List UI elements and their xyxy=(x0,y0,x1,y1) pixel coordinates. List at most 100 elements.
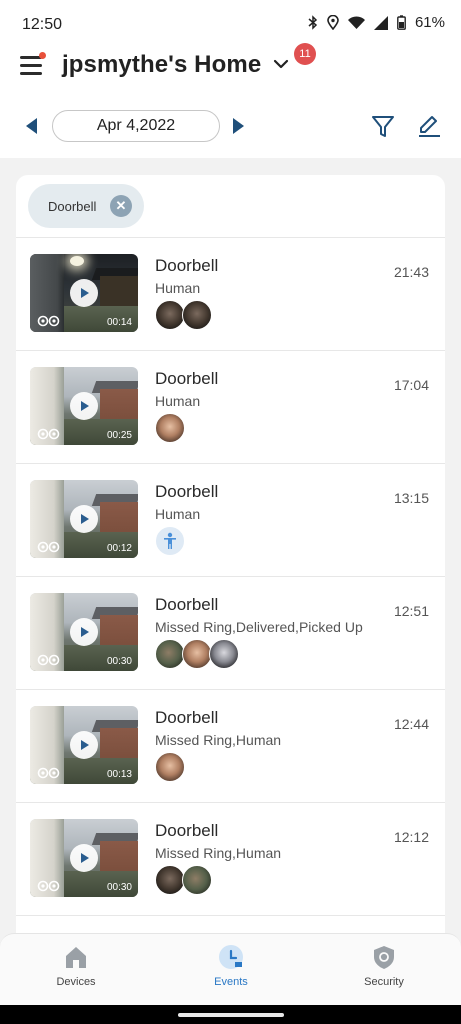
filter-icon[interactable] xyxy=(370,113,396,139)
event-time: 17:04 xyxy=(393,377,429,393)
person-icon[interactable] xyxy=(155,526,185,556)
event-time: 12:51 xyxy=(393,603,429,619)
face-thumbnail[interactable] xyxy=(155,865,185,895)
edit-icon[interactable] xyxy=(416,113,442,139)
play-button[interactable] xyxy=(70,279,98,307)
thumbnail-scene xyxy=(100,615,138,649)
event-time: 21:43 xyxy=(393,264,429,280)
face-thumbnail[interactable] xyxy=(182,639,212,669)
nav-security[interactable]: Security xyxy=(324,944,444,988)
face-thumbnail[interactable] xyxy=(155,752,185,782)
clock-icon xyxy=(219,945,243,969)
event-row[interactable]: 00:30 Doorbell Missed Ring,Delivered,Pic… xyxy=(16,577,445,690)
chevron-down-icon[interactable] xyxy=(272,56,290,72)
play-button[interactable] xyxy=(70,844,98,872)
previous-date-button[interactable] xyxy=(22,116,42,136)
notification-badge[interactable]: 11 xyxy=(294,43,316,65)
date-picker[interactable]: Apr 4,2022 xyxy=(52,110,220,142)
camera-icon xyxy=(37,654,60,666)
home-icon xyxy=(66,947,86,968)
nav-label: Security xyxy=(364,976,404,988)
bluetooth-icon xyxy=(308,15,318,30)
event-time: 13:15 xyxy=(393,490,429,506)
event-row[interactable]: 00:25 Doorbell Human 17:04 xyxy=(16,351,445,464)
camera-icon xyxy=(37,767,60,779)
event-row[interactable]: 00:12 Doorbell Human 13:15 xyxy=(16,464,445,577)
wifi-icon xyxy=(347,16,365,29)
event-row[interactable]: 00:13 Doorbell Missed Ring,Human 12:44 xyxy=(16,690,445,803)
thumbnail-light xyxy=(70,256,84,266)
face-thumbnail[interactable] xyxy=(182,300,212,330)
play-button[interactable] xyxy=(70,505,98,533)
nav-devices[interactable]: Devices xyxy=(16,944,136,988)
signal-icon xyxy=(373,15,388,30)
face-thumbnail[interactable] xyxy=(155,413,185,443)
video-duration: 00:30 xyxy=(106,656,132,667)
event-list-card: Doorbell ✕ 00:14 Doorbell Human 21:43 00… xyxy=(16,175,445,935)
gesture-handle[interactable] xyxy=(178,1013,284,1017)
app-header: jpsmythe's Home 11 Apr 4,2022 xyxy=(0,40,461,158)
play-button[interactable] xyxy=(70,392,98,420)
play-icon xyxy=(81,401,89,411)
event-tags: Missed Ring,Human xyxy=(155,732,282,748)
play-button[interactable] xyxy=(70,731,98,759)
bottom-navigation: Devices Events Security xyxy=(0,933,461,1005)
video-thumbnail[interactable]: 00:25 xyxy=(30,367,138,445)
nav-label: Events xyxy=(214,976,248,988)
event-title: Doorbell xyxy=(155,369,219,388)
thumbnail-scene xyxy=(100,728,138,762)
event-title: Doorbell xyxy=(155,256,219,275)
play-icon xyxy=(81,853,89,863)
video-thumbnail[interactable]: 00:30 xyxy=(30,593,138,671)
shield-icon xyxy=(374,946,394,969)
detected-faces xyxy=(155,752,185,784)
event-title: Doorbell xyxy=(155,708,219,727)
event-row[interactable]: 00:30 Doorbell Missed Ring,Human 12:12 xyxy=(16,803,445,916)
status-time: 12:50 xyxy=(22,16,63,33)
filter-chip[interactable]: Doorbell ✕ xyxy=(28,184,144,228)
event-time: 12:44 xyxy=(393,716,429,732)
close-icon[interactable]: ✕ xyxy=(110,195,132,217)
play-button[interactable] xyxy=(70,618,98,646)
nav-events[interactable]: Events xyxy=(171,944,291,988)
menu-icon-bar xyxy=(20,64,42,67)
detected-faces xyxy=(155,639,239,671)
detected-faces xyxy=(155,300,212,332)
filter-chip-label: Doorbell xyxy=(48,198,97,214)
event-title: Doorbell xyxy=(155,482,219,501)
play-icon xyxy=(81,288,89,298)
event-tags: Human xyxy=(155,280,201,296)
video-thumbnail[interactable]: 00:14 xyxy=(30,254,138,332)
thumbnail-scene xyxy=(100,502,138,536)
camera-icon xyxy=(37,541,60,553)
face-thumbnail[interactable] xyxy=(182,865,212,895)
event-title: Doorbell xyxy=(155,595,219,614)
next-date-button[interactable] xyxy=(228,116,248,136)
event-row[interactable]: 00:14 Doorbell Human 21:43 xyxy=(16,238,445,351)
thumbnail-scene xyxy=(100,389,138,423)
thumbnail-scene xyxy=(100,841,138,875)
face-thumbnail[interactable] xyxy=(155,639,185,669)
face-thumbnail[interactable] xyxy=(209,639,239,669)
video-thumbnail[interactable]: 00:12 xyxy=(30,480,138,558)
home-title[interactable]: jpsmythe's Home xyxy=(62,51,261,79)
detected-faces xyxy=(155,526,185,558)
status-icons: 61% xyxy=(308,14,445,31)
video-duration: 00:12 xyxy=(106,543,132,554)
video-duration: 00:30 xyxy=(106,882,132,893)
event-time: 12:12 xyxy=(393,829,429,845)
video-duration: 00:25 xyxy=(106,430,132,441)
camera-icon xyxy=(37,428,60,440)
nav-label: Devices xyxy=(56,976,96,988)
menu-button[interactable] xyxy=(18,52,46,78)
menu-icon-bar xyxy=(20,72,42,75)
video-thumbnail[interactable]: 00:13 xyxy=(30,706,138,784)
video-duration: 00:13 xyxy=(106,769,132,780)
face-thumbnail[interactable] xyxy=(155,300,185,330)
play-icon xyxy=(81,627,89,637)
video-thumbnail[interactable]: 00:30 xyxy=(30,819,138,897)
play-icon xyxy=(81,514,89,524)
event-list: 00:14 Doorbell Human 21:43 00:25 Doorbel… xyxy=(16,238,445,916)
event-tags: Missed Ring,Delivered,Picked Up xyxy=(155,619,363,635)
menu-notification-dot xyxy=(39,52,46,59)
